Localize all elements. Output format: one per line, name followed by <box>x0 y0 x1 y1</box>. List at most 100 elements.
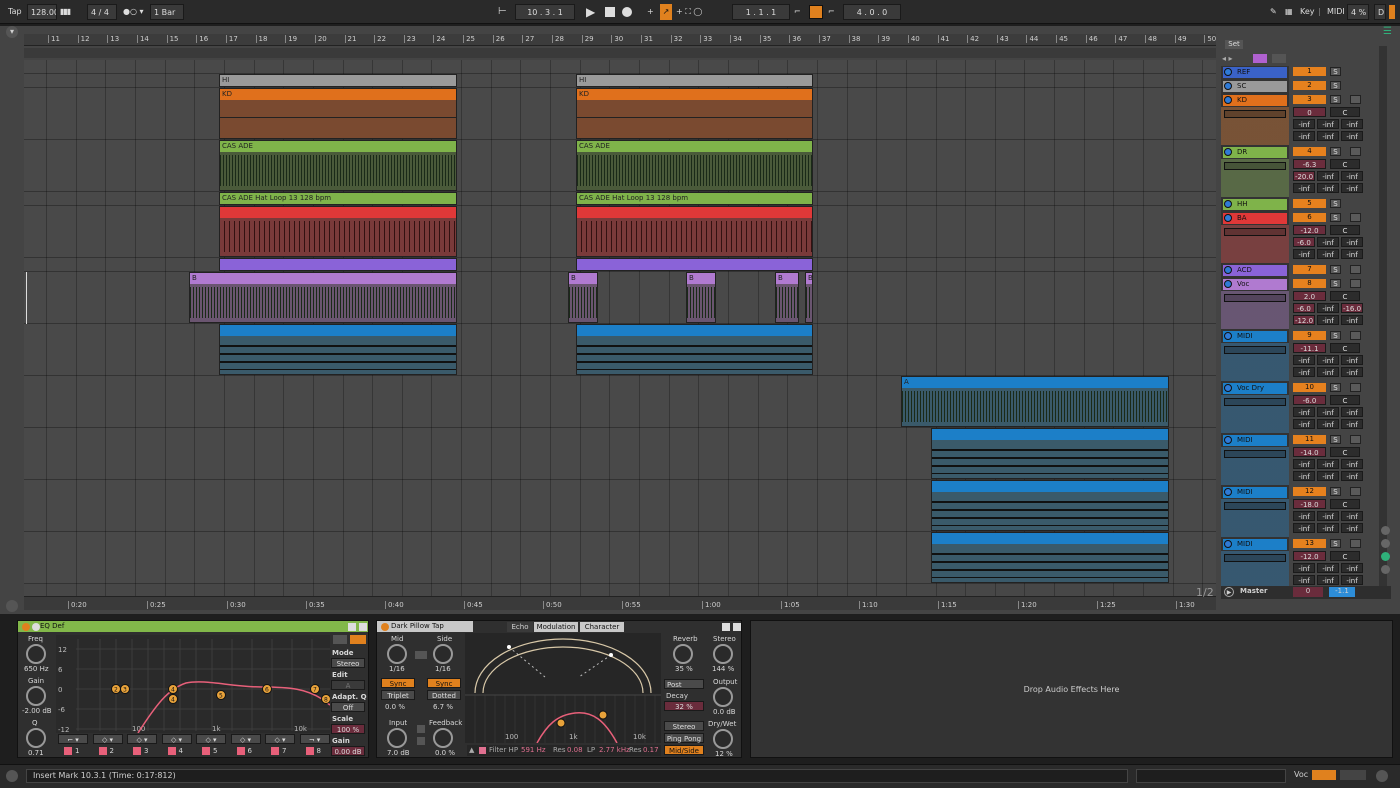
clip[interactable]: HI <box>219 74 457 87</box>
echo-sync-right-button[interactable]: Sync <box>427 678 461 688</box>
eq-scale-field[interactable]: 100 % <box>331 724 365 734</box>
eq-band-filter-type-select[interactable]: ◇ ▾ <box>230 734 261 744</box>
beat-time-ruler[interactable]: 11 12 13 14 15 16 17 18 19 20 21 22 23 24 25 26 27 28 29 30… <box>24 34 1216 46</box>
vertical-scrollbar[interactable] <box>1379 46 1387 586</box>
io-toggle-icon[interactable] <box>1381 552 1390 561</box>
echo-input-knob[interactable] <box>387 728 407 748</box>
fold-icon[interactable] <box>1224 266 1232 274</box>
send-field[interactable]: -inf <box>1341 183 1363 193</box>
punch-in-icon[interactable]: ⌐ <box>794 4 801 20</box>
track-header[interactable]: MIDI <box>1221 330 1289 382</box>
arm-icon[interactable] <box>1350 435 1361 444</box>
send-field[interactable]: -20.0 <box>1293 171 1315 181</box>
device-chooser[interactable] <box>1224 110 1286 118</box>
send-field[interactable]: -inf <box>1293 183 1315 193</box>
track-activator[interactable]: 5 <box>1293 199 1326 208</box>
midi-map-button[interactable]: MIDI <box>1327 4 1345 20</box>
arm-icon[interactable] <box>1350 383 1361 392</box>
track-activator[interactable]: 3 <box>1293 95 1326 104</box>
bar-number[interactable]: 44 <box>1026 35 1038 43</box>
bar-number[interactable]: 43 <box>996 35 1009 43</box>
track-header[interactable]: KD <box>1221 94 1289 146</box>
eq-band-filter-type-select[interactable]: ◇ ▾ <box>92 734 123 744</box>
track-header[interactable]: DR <box>1221 146 1289 198</box>
eq-band-toggle[interactable] <box>64 747 72 755</box>
echo-reverb-knob[interactable] <box>673 644 693 664</box>
bar-number[interactable]: 48 <box>1145 35 1157 43</box>
echo-hotswap-icon[interactable] <box>722 623 730 631</box>
track-header[interactable]: MIDI <box>1221 434 1289 486</box>
bar-number[interactable]: 32 <box>670 35 683 43</box>
echo-clip-icon[interactable] <box>417 725 425 733</box>
solo-button[interactable]: S <box>1330 147 1341 156</box>
send-field[interactable]: -6.0 <box>1293 237 1315 247</box>
clip[interactable]: B <box>568 272 598 323</box>
echo-hp-handle[interactable] <box>556 718 566 728</box>
echo-res2-value[interactable]: 0.17 <box>643 745 659 756</box>
echo-post-select[interactable]: Post <box>664 679 704 689</box>
device-view-toggle-icon[interactable] <box>6 600 18 612</box>
eq-headphone-icon[interactable] <box>333 635 347 644</box>
eq-power-icon[interactable] <box>22 623 30 631</box>
send-field[interactable]: -inf <box>1341 171 1363 181</box>
track-name[interactable]: SC <box>1223 81 1287 92</box>
eq-band-toggle[interactable] <box>98 747 107 755</box>
eq-adaptq-button[interactable]: Off <box>331 702 365 712</box>
fold-icon[interactable] <box>1224 384 1232 392</box>
track-header[interactable]: SC <box>1221 80 1289 94</box>
loop-length-field[interactable]: 4 . 0 . 0 <box>843 4 901 20</box>
scroll-arrows-icon[interactable]: ◂ ▸ <box>1222 54 1233 63</box>
pan-field[interactable]: C <box>1330 343 1360 353</box>
tap-button[interactable]: Tap <box>8 4 22 20</box>
bar-number[interactable]: 13 <box>107 35 119 43</box>
scrub-area[interactable] <box>24 48 1216 58</box>
send-field[interactable]: -inf <box>1317 523 1339 533</box>
eq-band-filter-type-select[interactable]: ◇ ▾ <box>127 734 157 744</box>
volume-field[interactable]: -12.0 <box>1293 225 1326 235</box>
arm-icon[interactable] <box>1350 539 1361 548</box>
follow-icon[interactable]: ●○ ▾ <box>123 4 144 20</box>
clip[interactable] <box>576 258 813 271</box>
overview-toggle-icon[interactable]: ▾ <box>6 26 18 38</box>
solo-button[interactable]: S <box>1330 487 1341 496</box>
track-name[interactable]: MIDI <box>1223 539 1287 550</box>
echo-side-knob[interactable] <box>433 644 453 664</box>
echo-display[interactable]: 100 1k 10k <box>465 633 661 743</box>
master-play-icon[interactable]: ▶ <box>1224 587 1234 597</box>
send-field[interactable]: -inf <box>1317 315 1339 325</box>
echo-power-icon[interactable] <box>381 623 389 631</box>
pan-field[interactable]: C <box>1330 447 1360 457</box>
send-field[interactable]: -inf <box>1341 419 1363 429</box>
echo-invert-icon[interactable] <box>417 737 425 745</box>
eq-band-filter-type-select[interactable]: ◇ ▾ <box>265 734 295 744</box>
send-field[interactable]: -inf <box>1341 407 1363 417</box>
device-chooser[interactable] <box>1224 346 1286 354</box>
send-field[interactable]: -inf <box>1341 523 1363 533</box>
send-field[interactable]: -inf <box>1293 575 1315 585</box>
track-activator[interactable]: 2 <box>1293 81 1326 90</box>
track-name[interactable]: Voc <box>1223 279 1287 290</box>
loop-start-field[interactable]: 1 . 1 . 1 <box>732 4 790 20</box>
lock-icon[interactable] <box>1272 54 1286 63</box>
eq-band-handle[interactable]: 2 <box>111 684 121 694</box>
eq-band-handle[interactable]: 5 <box>216 690 226 700</box>
bar-number[interactable]: 29 <box>581 35 594 43</box>
arm-icon[interactable] <box>1350 95 1361 104</box>
echo-pingpong-button[interactable]: Ping Pong <box>664 733 704 743</box>
send-field[interactable]: -inf <box>1293 119 1315 129</box>
eq-band-filter-type-select[interactable]: ¬ ▾ <box>299 734 330 744</box>
track-name[interactable]: MIDI <box>1223 435 1287 446</box>
eq-freq-knob[interactable] <box>26 644 46 664</box>
eq-band-handle[interactable]: 8 <box>321 694 331 704</box>
send-field[interactable]: -inf <box>1317 303 1339 313</box>
track-activator[interactable]: 11 <box>1293 435 1326 444</box>
send-field[interactable]: -inf <box>1317 563 1339 573</box>
echo-save-icon[interactable] <box>733 623 741 631</box>
clip[interactable]: B <box>805 272 813 323</box>
device-chooser[interactable] <box>1224 162 1286 170</box>
bar-number[interactable]: 17 <box>225 35 238 43</box>
fold-icon[interactable] <box>1224 436 1232 444</box>
bar-number[interactable]: 24 <box>433 35 445 43</box>
eq-band-filter-type-select[interactable]: ⌐ ▾ <box>58 734 88 744</box>
echo-sync-left-button[interactable]: Sync <box>381 678 415 688</box>
